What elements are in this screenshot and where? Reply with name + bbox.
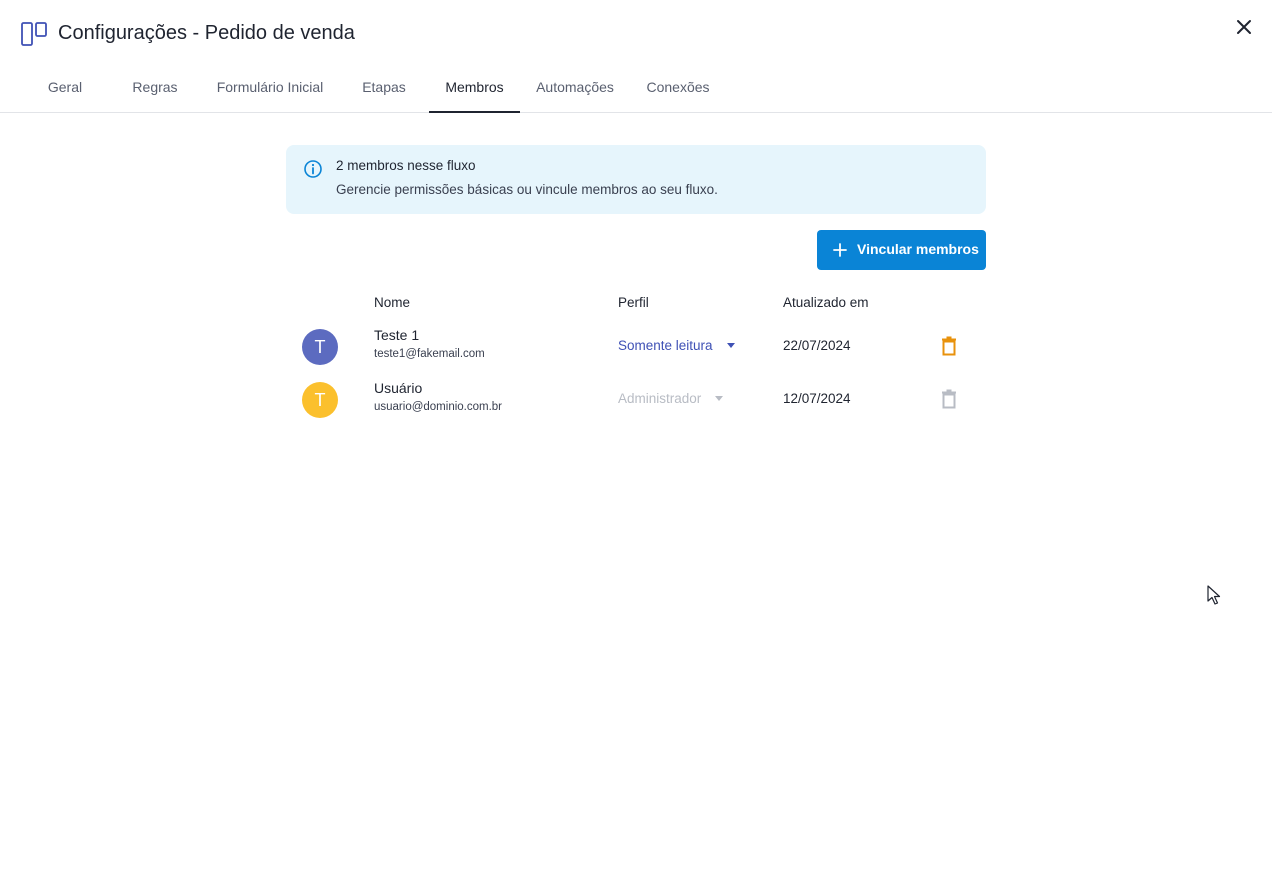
updated-date: 22/07/2024 <box>783 338 851 353</box>
member-name: Teste 1 <box>374 327 420 343</box>
profile-select: Administrador <box>618 391 724 406</box>
info-icon <box>304 160 322 178</box>
trash-icon <box>942 389 956 409</box>
tab-formulario-inicial[interactable]: Formulário Inicial <box>208 66 332 112</box>
kanban-board-icon <box>21 22 47 46</box>
column-header-updated: Atualizado em <box>783 295 869 310</box>
member-email: teste1@fakemail.com <box>374 348 485 360</box>
tab-bar: Geral Regras Formulário Inicial Etapas M… <box>0 66 1272 113</box>
page-title: Configurações - Pedido de venda <box>58 22 355 44</box>
tab-geral[interactable]: Geral <box>32 66 98 112</box>
mouse-pointer-icon <box>1207 585 1221 605</box>
column-header-name: Nome <box>374 295 411 310</box>
tab-conexoes[interactable]: Conexões <box>638 66 718 112</box>
close-icon[interactable] <box>1233 16 1255 38</box>
member-email: usuario@dominio.com.br <box>374 401 503 413</box>
tab-membros[interactable]: Membros <box>429 66 520 113</box>
member-row: T Usuário usuario@dominio.com.br Adminis… <box>290 378 980 430</box>
add-members-label: Vincular membros <box>857 241 979 257</box>
profile-value: Somente leitura <box>618 338 713 353</box>
plus-icon <box>833 243 847 257</box>
trash-icon[interactable] <box>940 336 958 356</box>
profile-value: Administrador <box>618 391 702 406</box>
info-banner: 2 membros nesse fluxo Gerencie permissõe… <box>286 145 986 214</box>
info-title: 2 membros nesse fluxo <box>336 158 476 173</box>
info-text: Gerencie permissões básicas ou vincule m… <box>336 182 718 197</box>
avatar: T <box>302 382 338 418</box>
chevron-down-icon <box>726 342 735 348</box>
profile-select[interactable]: Somente leitura <box>618 338 735 353</box>
tab-regras[interactable]: Regras <box>120 66 190 112</box>
chevron-down-icon <box>715 395 724 401</box>
member-name: Usuário <box>374 380 423 396</box>
modal-header: Configurações - Pedido de venda <box>0 0 1272 66</box>
tab-automacoes[interactable]: Automações <box>530 66 620 112</box>
tab-etapas[interactable]: Etapas <box>350 66 418 112</box>
avatar: T <box>302 329 338 365</box>
updated-date: 12/07/2024 <box>783 391 851 406</box>
add-members-button[interactable]: Vincular membros <box>817 230 986 270</box>
column-header-profile: Perfil <box>618 295 649 310</box>
member-row: T Teste 1 teste1@fakemail.com Somente le… <box>290 325 980 377</box>
